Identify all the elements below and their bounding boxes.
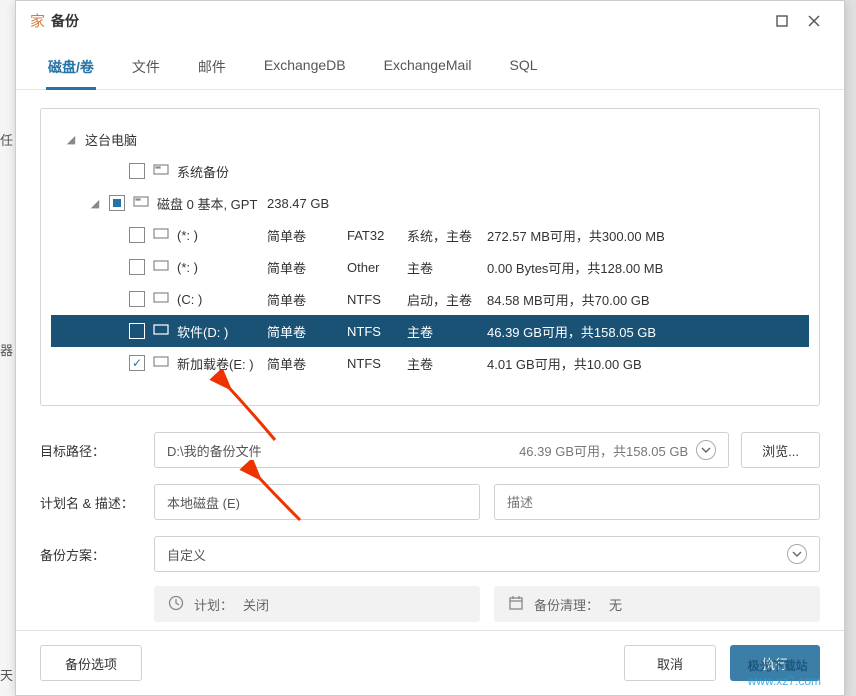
tab-disk-volume[interactable]: 磁盘/卷 [46, 51, 96, 89]
volume-icon [153, 260, 171, 275]
dest-free-space: 46.39 GB可用，共158.05 GB [519, 441, 688, 460]
form-area: 目标路径： 46.39 GB可用，共158.05 GB 浏览... 计划名 & … [40, 432, 820, 622]
tree-label: 磁盘 0 基本, GPT [157, 194, 267, 213]
calendar-icon [508, 595, 524, 614]
watermark-brand: 极光下载站 [748, 659, 808, 673]
bg-char: 任 [0, 130, 15, 160]
clock-icon [168, 595, 184, 614]
cancel-button[interactable]: 取消 [624, 645, 716, 681]
plan-desc-input[interactable] [494, 484, 820, 520]
maximize-button[interactable] [766, 7, 798, 35]
tree-volume-row[interactable]: (*: ) 简单卷 Other 主卷 0.00 Bytes可用，共128.00 … [51, 251, 809, 283]
volume-icon [153, 324, 171, 339]
tree-root-label: 这台电脑 [85, 130, 205, 149]
source-tree: ◢ 这台电脑 系统备份 ◢ 磁盘 0 基本, GPT 238.47 GB (*:… [40, 108, 820, 406]
dest-row: 目标路径： 46.39 GB可用，共158.05 GB 浏览... [40, 432, 820, 468]
checkbox[interactable] [129, 355, 145, 371]
tree-size: 238.47 GB [267, 196, 347, 211]
backup-dialog: 家 备份 磁盘/卷 文件 邮件 ExchangeDB ExchangeMail … [15, 0, 845, 696]
content-area: ◢ 这台电脑 系统备份 ◢ 磁盘 0 基本, GPT 238.47 GB (*:… [16, 90, 844, 640]
tree-volume-row[interactable]: (C: ) 简单卷 NTFS 启动，主卷 84.58 MB可用，共70.00 G… [51, 283, 809, 315]
checkbox[interactable] [129, 291, 145, 307]
schedule-value: 关闭 [243, 595, 269, 614]
close-button[interactable] [798, 7, 830, 35]
checkbox[interactable] [109, 195, 125, 211]
watermark: 极光下载站 www.xz7.com [748, 657, 821, 688]
collapse-icon[interactable]: ◢ [87, 197, 103, 210]
schedule-info[interactable]: 计划： 关闭 [154, 586, 480, 622]
dest-label: 目标路径： [40, 441, 154, 460]
volume-icon [153, 228, 171, 243]
tree-volume-row[interactable]: (*: ) 简单卷 FAT32 系统，主卷 272.57 MB可用，共300.0… [51, 219, 809, 251]
plan-desc-field[interactable] [507, 495, 807, 510]
tree-volume-row[interactable]: 新加载卷(E: ) 简单卷 NTFS 主卷 4.01 GB可用，共10.00 G… [51, 347, 809, 379]
watermark-url: www.xz7.com [748, 674, 821, 688]
chevron-down-icon[interactable] [787, 544, 807, 564]
chevron-down-icon[interactable] [696, 440, 716, 460]
logo-icon: 家 [30, 10, 45, 31]
browse-button[interactable]: 浏览... [741, 432, 820, 468]
checkbox[interactable] [129, 227, 145, 243]
tab-bar: 磁盘/卷 文件 邮件 ExchangeDB ExchangeMail SQL [16, 41, 844, 90]
tree-disk0[interactable]: ◢ 磁盘 0 基本, GPT 238.47 GB [51, 187, 809, 219]
tab-file[interactable]: 文件 [130, 51, 162, 89]
close-icon [808, 15, 820, 27]
scheme-value: 自定义 [167, 545, 787, 564]
tree-label: 系统备份 [177, 162, 297, 181]
cleanup-value: 无 [609, 595, 622, 614]
tab-mail[interactable]: 邮件 [196, 51, 228, 89]
plan-name-input[interactable] [154, 484, 480, 520]
cleanup-info[interactable]: 备份清理： 无 [494, 586, 820, 622]
scheme-label: 备份方案： [40, 545, 154, 564]
tab-sql[interactable]: SQL [508, 51, 540, 89]
titlebar: 家 备份 [16, 1, 844, 41]
tab-exchangedb[interactable]: ExchangeDB [262, 51, 348, 89]
tree-root[interactable]: ◢ 这台电脑 [51, 123, 809, 155]
disk-icon [153, 164, 171, 179]
scheme-select[interactable]: 自定义 [154, 536, 820, 572]
scheme-row: 备份方案： 自定义 [40, 536, 820, 572]
volume-icon [153, 292, 171, 307]
plan-name-field[interactable] [167, 495, 467, 510]
disk-icon [133, 196, 151, 211]
square-icon [776, 15, 788, 27]
tree-system-backup[interactable]: 系统备份 [51, 155, 809, 187]
bg-char: 器 [0, 340, 15, 370]
checkbox[interactable] [129, 259, 145, 275]
window-title: 备份 [51, 11, 766, 31]
checkbox[interactable] [129, 163, 145, 179]
bg-char: 天 [0, 665, 15, 695]
info-row: 计划： 关闭 备份清理： 无 [154, 586, 820, 622]
collapse-icon[interactable]: ◢ [63, 133, 79, 146]
checkbox[interactable] [129, 323, 145, 339]
schedule-label: 计划： [194, 595, 233, 614]
dest-input-field[interactable] [167, 443, 519, 458]
plan-row: 计划名 & 描述： [40, 484, 820, 520]
tree-volume-row-selected[interactable]: 软件(D: ) 简单卷 NTFS 主卷 46.39 GB可用，共158.05 G… [51, 315, 809, 347]
cleanup-label: 备份清理： [534, 595, 599, 614]
dest-input[interactable]: 46.39 GB可用，共158.05 GB [154, 432, 729, 468]
backup-options-button[interactable]: 备份选项 [40, 645, 142, 681]
volume-icon [153, 356, 171, 371]
tab-exchangemail[interactable]: ExchangeMail [382, 51, 474, 89]
plan-label: 计划名 & 描述： [40, 493, 154, 512]
footer: 备份选项 取消 执行 [16, 630, 844, 695]
